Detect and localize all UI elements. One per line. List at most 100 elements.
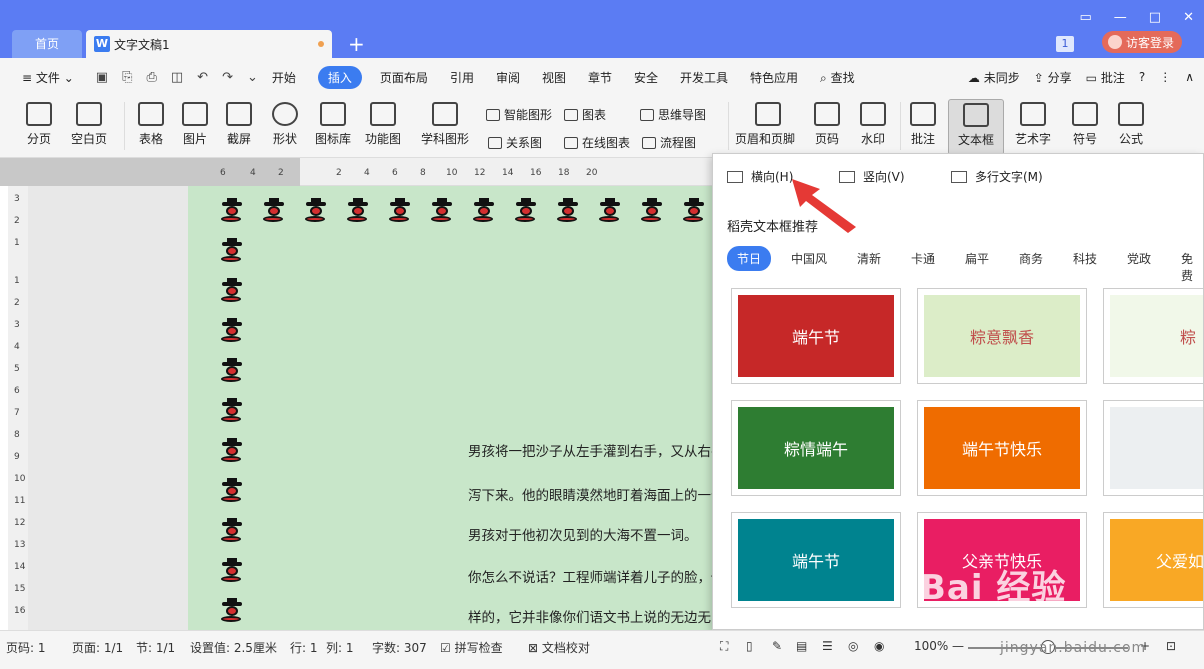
- tab-home[interactable]: 首页: [12, 30, 82, 58]
- pen-icon[interactable]: ✎: [772, 639, 782, 653]
- table-button[interactable]: 表格: [126, 102, 176, 147]
- menu-insert[interactable]: 插入: [317, 65, 362, 89]
- paragraph-line[interactable]: 样的，它并非像你们语文书上说的无边无际，知道吗，大海是: [468, 606, 712, 626]
- preview-icon[interactable]: ◫: [171, 70, 183, 85]
- category-party[interactable]: 党政: [1127, 250, 1151, 267]
- category-business[interactable]: 商务: [1019, 250, 1043, 267]
- file-menu[interactable]: ≡ 文件 ⌄: [22, 69, 74, 86]
- relation-chart-button[interactable]: 关系图: [488, 134, 542, 151]
- picture-button[interactable]: 图片: [170, 102, 220, 147]
- web-view-icon[interactable]: ◎: [848, 639, 858, 653]
- read-mode-icon[interactable]: ▯: [746, 639, 753, 653]
- screenshot-button[interactable]: 截屏: [214, 102, 264, 147]
- proofread-button[interactable]: ⊠ 文档校对: [528, 639, 590, 656]
- category-festival[interactable]: 节日: [727, 246, 772, 271]
- document-area[interactable]: 男孩将一把沙子从左手灌到右手，又从右手换左手，最后沙子 泻下来。他的眼睛漠然地盯…: [28, 186, 712, 630]
- symbol-button[interactable]: 符号: [1060, 102, 1110, 147]
- template-card[interactable]: 粽意飘香: [917, 288, 1087, 384]
- category-free[interactable]: 免费: [1181, 250, 1203, 284]
- sync-button[interactable]: ☁ 未同步: [968, 69, 1020, 86]
- close-button[interactable]: ✕: [1183, 10, 1194, 25]
- chart-button[interactable]: 图表: [564, 106, 606, 123]
- page-break-button[interactable]: 分页: [14, 102, 64, 147]
- eye-protect-icon[interactable]: ◉: [874, 639, 884, 653]
- category-cartoon[interactable]: 卡通: [911, 250, 935, 267]
- icon-library-button[interactable]: 图标库: [308, 102, 358, 147]
- customize-icon[interactable]: ⌄: [247, 70, 258, 85]
- insert-comment-button[interactable]: 批注: [898, 102, 948, 147]
- fit-page-icon[interactable]: ⊡: [1166, 639, 1176, 653]
- textbox-multiline-option[interactable]: 多行文字(M): [951, 168, 1043, 185]
- template-card[interactable]: 端午节: [731, 288, 901, 384]
- status-words[interactable]: 字数: 307: [372, 639, 427, 656]
- export-icon[interactable]: ⎘: [122, 70, 132, 85]
- category-chinese[interactable]: 中国风: [791, 250, 827, 267]
- header-footer-button[interactable]: 页眉和页脚: [735, 102, 796, 147]
- paragraph-line[interactable]: 你怎么不说话？工程师端详着儿子的脸，他说，大海与你的想: [468, 566, 712, 586]
- menu-start[interactable]: 开始: [272, 69, 296, 86]
- template-card[interactable]: 端午节快乐: [917, 400, 1087, 496]
- more-button[interactable]: ⋮: [1159, 70, 1171, 84]
- help-button[interactable]: ?: [1139, 70, 1145, 84]
- page-view-icon[interactable]: ▤: [796, 639, 807, 653]
- tile-button[interactable]: ▭: [1080, 10, 1092, 25]
- status-setting[interactable]: 设置值: 2.5厘米: [190, 639, 277, 656]
- formula-button[interactable]: 公式: [1106, 102, 1156, 147]
- horizontal-ruler[interactable]: 6 4 2 2 4 6 8 10 12 14 16 18 20: [0, 158, 712, 186]
- textbox-button[interactable]: 文本框: [948, 99, 1004, 155]
- new-tab-button[interactable]: +: [348, 32, 365, 56]
- template-card[interactable]: [1103, 400, 1203, 496]
- spell-check-button[interactable]: ☑ 拼写检查: [440, 639, 503, 656]
- smart-shape-button[interactable]: 智能图形: [486, 106, 552, 123]
- template-card[interactable]: 粽: [1103, 288, 1203, 384]
- template-card[interactable]: 父爱如山: [1103, 512, 1203, 608]
- function-chart-button[interactable]: 功能图: [358, 102, 408, 147]
- template-card[interactable]: 粽情端午: [731, 400, 901, 496]
- blank-page-button[interactable]: 空白页: [64, 102, 114, 147]
- textbox-horizontal-option[interactable]: 横向(H): [727, 168, 793, 185]
- zoom-level[interactable]: 100%: [914, 639, 948, 653]
- menu-layout[interactable]: 页面布局: [380, 69, 428, 86]
- category-flat[interactable]: 扁平: [965, 250, 989, 267]
- tab-document[interactable]: W 文字文稿1: [86, 30, 332, 58]
- status-page-code[interactable]: 页码: 1: [6, 639, 46, 656]
- category-fresh[interactable]: 清新: [857, 250, 881, 267]
- mindmap-button[interactable]: 思维导图: [640, 106, 706, 123]
- share-button[interactable]: ⇪ 分享: [1034, 69, 1072, 86]
- paragraph-line[interactable]: 男孩对于他初次见到的大海不置一词。: [468, 524, 698, 544]
- window-count-badge[interactable]: 1: [1056, 36, 1074, 52]
- comment-button[interactable]: ▭ 批注: [1086, 69, 1125, 86]
- redo-icon[interactable]: ↷: [222, 70, 233, 85]
- page-number-button[interactable]: 页码: [802, 102, 852, 147]
- menu-features[interactable]: 特色应用: [750, 69, 798, 86]
- menu-view[interactable]: 视图: [542, 69, 566, 86]
- maximize-button[interactable]: □: [1149, 10, 1161, 25]
- save-icon[interactable]: ▣: [96, 70, 108, 85]
- document-page[interactable]: 男孩将一把沙子从左手灌到右手，又从右手换左手，最后沙子 泻下来。他的眼睛漠然地盯…: [188, 186, 712, 630]
- menu-review[interactable]: 审阅: [496, 69, 520, 86]
- subject-shape-button[interactable]: 学科图形: [420, 102, 470, 147]
- menu-search[interactable]: ⌕ 查找: [820, 69, 855, 86]
- menu-chapter[interactable]: 章节: [588, 69, 612, 86]
- online-chart-button[interactable]: 在线图表: [564, 134, 630, 151]
- outline-view-icon[interactable]: ☰: [822, 639, 833, 653]
- template-card[interactable]: 端午节: [731, 512, 901, 608]
- flowchart-button[interactable]: 流程图: [642, 134, 696, 151]
- print-icon[interactable]: ⎙: [146, 70, 156, 85]
- undo-icon[interactable]: ↶: [197, 70, 208, 85]
- watermark-button[interactable]: 水印: [848, 102, 898, 147]
- menu-security[interactable]: 安全: [634, 69, 658, 86]
- login-button[interactable]: 访客登录: [1102, 31, 1182, 53]
- fullscreen-icon[interactable]: ⛶: [720, 639, 728, 654]
- paragraph-line[interactable]: 男孩将一把沙子从左手灌到右手，又从右手换左手，最后沙子: [468, 440, 712, 460]
- shape-button[interactable]: 形状: [260, 102, 310, 147]
- menu-devtools[interactable]: 开发工具: [680, 69, 728, 86]
- zoom-out-button[interactable]: —: [952, 639, 964, 653]
- vertical-ruler[interactable]: 3 2 1 1 2 3 4 5 6 7 8 9 10 11 12 13 14 1…: [8, 186, 28, 630]
- wordart-button[interactable]: 艺术字: [1008, 102, 1058, 147]
- paragraph-line[interactable]: 泻下来。他的眼睛漠然地盯着海面上的一个红色浮标，除了偶: [468, 484, 712, 504]
- category-tech[interactable]: 科技: [1073, 250, 1097, 267]
- collapse-ribbon-button[interactable]: ∧: [1185, 70, 1194, 84]
- minimize-button[interactable]: —: [1114, 10, 1127, 25]
- menu-reference[interactable]: 引用: [450, 69, 474, 86]
